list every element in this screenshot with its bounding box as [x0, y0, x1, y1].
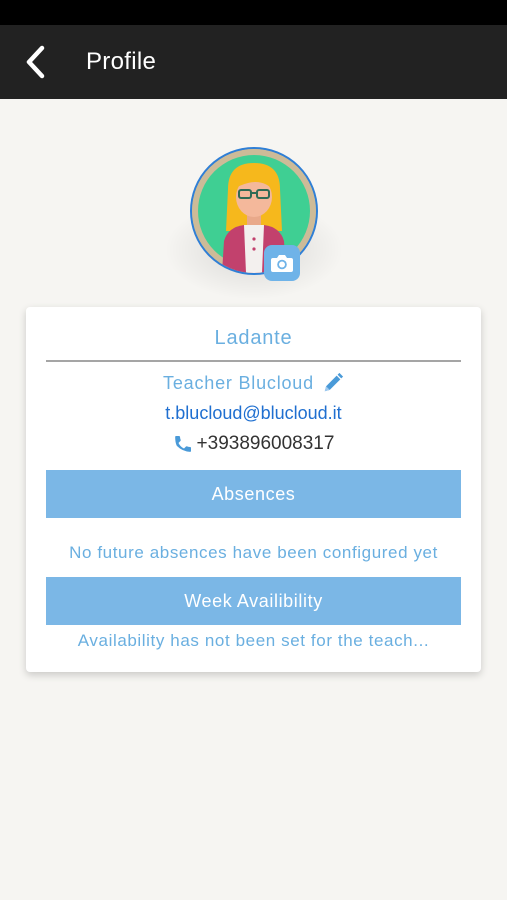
- back-button[interactable]: [0, 25, 70, 99]
- teacher-name: Teacher Blucloud: [163, 372, 314, 393]
- phone-icon: [174, 436, 191, 452]
- avatar[interactable]: [190, 147, 318, 281]
- absences-note: No future absences have been configured …: [69, 543, 438, 562]
- page-title: Profile: [86, 48, 157, 75]
- phone-number: +393896008317: [196, 433, 335, 454]
- profile-name: Ladante: [214, 327, 293, 349]
- status-bar: [0, 0, 507, 25]
- divider: [46, 360, 461, 362]
- phone-row[interactable]: +393896008317: [26, 433, 481, 455]
- change-photo-button[interactable]: [264, 245, 300, 281]
- teacher-row: Teacher Blucloud: [26, 372, 481, 394]
- absences-button[interactable]: Absences: [46, 470, 461, 518]
- chevron-left-icon: [26, 45, 45, 79]
- week-availability-button[interactable]: Week Availibility: [46, 577, 461, 625]
- profile-card: Ladante Teacher Blucloud t.blucloud@bluc…: [26, 307, 481, 672]
- camera-icon: [271, 255, 293, 272]
- email-link[interactable]: t.blucloud@blucloud.it: [26, 403, 481, 424]
- availability-note: Availability has not been set for the te…: [77, 631, 430, 650]
- app-bar: Profile: [0, 25, 507, 99]
- pencil-icon[interactable]: [322, 372, 344, 394]
